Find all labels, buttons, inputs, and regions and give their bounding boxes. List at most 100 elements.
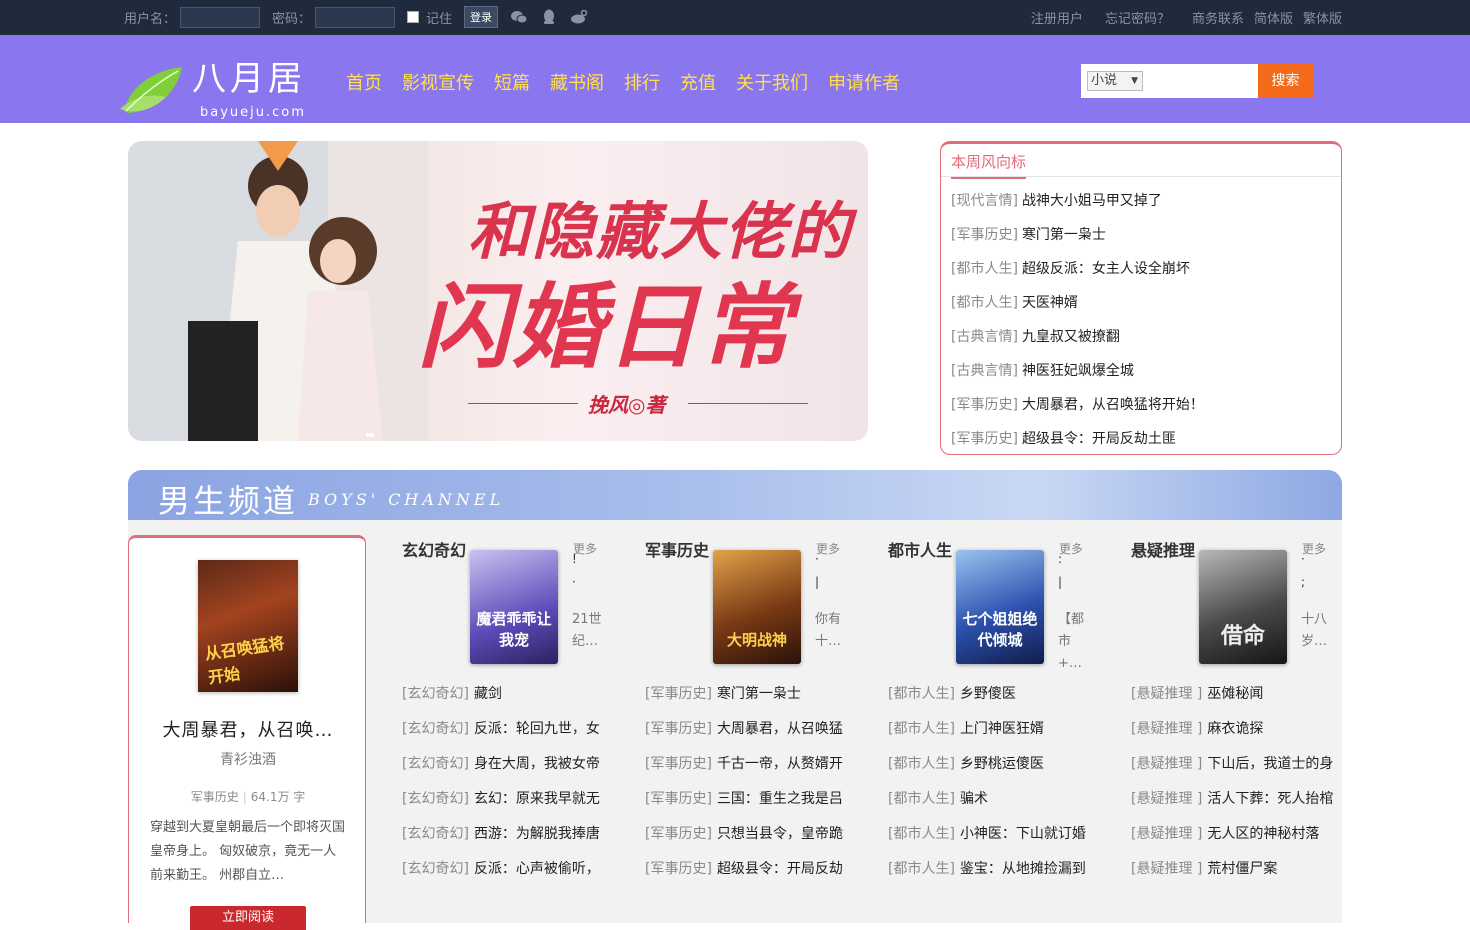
list-item[interactable]: [悬疑推理 ] 荒村僵尸案 [1131,857,1341,892]
item-title[interactable]: 寒门第一枭士 [717,686,801,702]
remember-checkbox[interactable] [407,11,420,23]
featured-book-author[interactable]: 青衫浊酒 [129,749,367,769]
business-contact-link[interactable]: 商务联系 [1192,8,1244,27]
item-title[interactable]: 超级县令：开局反劫 [717,861,843,877]
list-item[interactable]: [都市人生] 乡野傻医 [888,682,1098,717]
password-input[interactable] [315,6,396,28]
username-input[interactable] [180,6,261,28]
list-item[interactable]: [都市人生] 上门神医狂婿 [888,717,1098,752]
forgot-password-link[interactable]: 忘记密码？ [1105,8,1170,27]
list-item[interactable]: [古典言情] 九皇叔又被撩翻 [951,325,1331,359]
list-item[interactable]: [军事历史] 超级县令：开局反劫 [645,857,855,892]
item-title[interactable]: 小神医：下山就订婚 [960,826,1086,842]
column-title[interactable]: 悬疑推理 [1131,537,1195,561]
item-title[interactable]: 反派：轮回九世，女 [474,721,600,737]
list-item[interactable]: [现代言情] 战神大小姐马甲又掉了 [951,189,1331,223]
list-item[interactable]: [玄幻奇幻] 玄幻：原来我早就无 [402,787,612,822]
list-item[interactable]: [玄幻奇幻] 藏剑 [402,682,612,717]
item-title[interactable]: 乡野傻医 [960,686,1016,702]
item-title[interactable]: 天医神婿 [1022,295,1078,311]
list-item[interactable]: [玄幻奇幻] 反派：心声被偷听， [402,857,612,892]
list-item[interactable]: [军事历史] 寒门第一枭士 [645,682,855,717]
list-item[interactable]: [悬疑推理 ] 下山后，我道士的身 [1131,752,1341,787]
item-title[interactable]: 活人下葬：死人抬棺 [1207,791,1333,807]
list-item[interactable]: [悬疑推理 ] 麻衣诡探 [1131,717,1341,752]
item-title[interactable]: 反派：心声被偷听， [474,861,600,877]
list-item[interactable]: [悬疑推理 ] 无人区的神秘村落 [1131,822,1341,857]
list-item[interactable]: [古典言情] 神医狂妃飒爆全城 [951,359,1331,393]
list-item[interactable]: [都市人生] 小神医：下山就订婚 [888,822,1098,857]
nav-library[interactable]: 藏书阁 [550,69,604,95]
list-item[interactable]: [军事历史] 三国：重生之我是吕 [645,787,855,822]
qq-icon[interactable] [540,9,558,25]
column-title[interactable]: 都市人生 [888,537,952,561]
hero-banner[interactable]: 和隐藏大佬的 闪婚日常 挽风◎著 [128,141,868,441]
list-item[interactable]: [军事历史] 只想当县令，皇帝跪 [645,822,855,857]
item-title[interactable]: 巫傩秘闻 [1207,686,1263,702]
nav-ranking[interactable]: 排行 [624,69,660,95]
item-title[interactable]: 无人区的神秘村落 [1207,826,1319,842]
list-item[interactable]: [军事历史] 超级县令：开局反劫土匪 [951,427,1331,461]
item-title[interactable]: 藏剑 [474,686,502,702]
register-link[interactable]: 注册用户 [1031,8,1083,27]
item-title[interactable]: 下山后，我道士的身 [1207,756,1333,772]
login-button[interactable]: 登录 [464,6,499,28]
weibo-icon[interactable] [570,9,588,25]
list-item[interactable]: [军事历史] 寒门第一枭士 [951,223,1331,257]
featured-book-title[interactable]: 大周暴君，从召唤… [129,716,367,742]
list-item[interactable]: [玄幻奇幻] 反派：轮回九世，女 [402,717,612,752]
nav-short-stories[interactable]: 短篇 [494,69,530,95]
search-input[interactable]: 小说 ▼ [1081,64,1258,98]
item-title[interactable]: 乡野桃运傻医 [960,756,1044,772]
item-title[interactable]: 西游：为解脱我捧唐 [474,826,600,842]
site-logo[interactable]: 八月居 bayueju.com [120,51,320,121]
search-type-select[interactable]: 小说 ▼ [1087,71,1143,91]
item-title[interactable]: 九皇叔又被撩翻 [1022,329,1120,345]
list-item[interactable]: [都市人生] 乡野桃运傻医 [888,752,1098,787]
item-title[interactable]: 只想当县令，皇帝跪 [717,826,843,842]
nav-about[interactable]: 关于我们 [736,69,808,95]
item-title[interactable]: 千古一帝，从赘婿开 [717,756,843,772]
item-title[interactable]: 三国：重生之我是吕 [717,791,843,807]
carousel-indicator[interactable] [366,433,374,437]
read-now-button[interactable]: 立即阅读 [190,906,306,930]
item-title[interactable]: 大周暴君，从召唤猛 [717,721,843,737]
column-book-cover[interactable]: 七个姐姐绝代倾城 [956,550,1044,664]
item-title[interactable]: 上门神医狂婿 [960,721,1044,737]
simplified-link[interactable]: 简体版 [1254,8,1293,27]
item-title[interactable]: 战神大小姐马甲又掉了 [1022,193,1162,209]
more-link[interactable]: 更多 [1059,540,1083,557]
list-item[interactable]: [悬疑推理 ] 活人下葬：死人抬棺 [1131,787,1341,822]
list-item[interactable]: [都市人生] 鉴宝：从地摊捡漏到 [888,857,1098,892]
column-book-cover[interactable]: 借命 [1199,550,1287,664]
more-link[interactable]: 更多 [816,540,840,557]
list-item[interactable]: [悬疑推理 ] 巫傩秘闻 [1131,682,1341,717]
list-item[interactable]: [都市人生] 骗术 [888,787,1098,822]
list-item[interactable]: [都市人生] 超级反派：女主人设全崩坏 [951,257,1331,291]
item-title[interactable]: 超级县令：开局反劫土匪 [1022,431,1176,447]
list-item[interactable]: [军事历史] 千古一帝，从赘婿开 [645,752,855,787]
item-title[interactable]: 鉴宝：从地摊捡漏到 [960,861,1086,877]
item-title[interactable]: 玄幻：原来我早就无 [474,791,600,807]
item-title[interactable]: 荒村僵尸案 [1207,861,1277,877]
list-item[interactable]: [军事历史] 大周暴君，从召唤猛 [645,717,855,752]
list-item[interactable]: [玄幻奇幻] 身在大周，我被女帝 [402,752,612,787]
list-item[interactable]: [都市人生] 天医神婿 [951,291,1331,325]
item-title[interactable]: 骗术 [960,791,988,807]
wechat-icon[interactable] [510,9,528,25]
item-title[interactable]: 麻衣诡探 [1207,721,1263,737]
item-title[interactable]: 身在大周，我被女帝 [474,756,600,772]
featured-book-cover[interactable]: 从召唤猛将开始 [198,560,298,692]
list-item[interactable]: [玄幻奇幻] 西游：为解脱我捧唐 [402,822,612,857]
column-title[interactable]: 玄幻奇幻 [402,537,466,561]
more-link[interactable]: 更多 [1302,540,1326,557]
nav-film-promo[interactable]: 影视宣传 [402,69,474,95]
list-item[interactable]: [军事历史] 大周暴君，从召唤猛将开始！ [951,393,1331,427]
nav-apply-author[interactable]: 申请作者 [828,69,900,95]
item-title[interactable]: 大周暴君，从召唤猛将开始！ [1022,397,1204,413]
item-title[interactable]: 寒门第一枭士 [1022,227,1106,243]
nav-home[interactable]: 首页 [346,69,382,95]
nav-recharge[interactable]: 充值 [680,69,716,95]
column-book-cover[interactable]: 大明战神 [713,550,801,664]
item-title[interactable]: 神医狂妃飒爆全城 [1022,363,1134,379]
